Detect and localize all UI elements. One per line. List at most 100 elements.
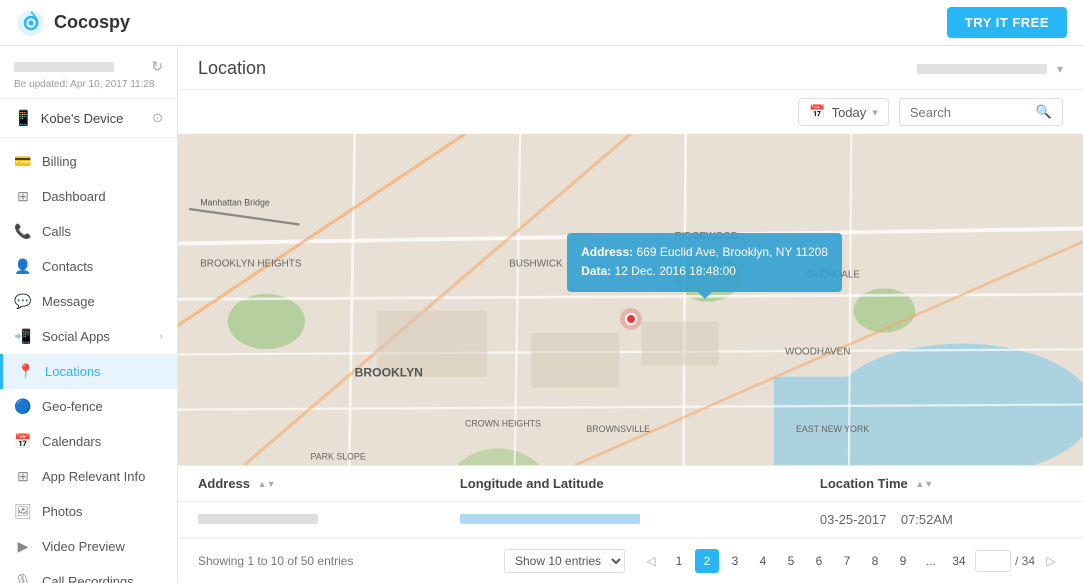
sidebar-item-social-apps[interactable]: 📲 Social Apps › (0, 319, 177, 354)
date-value: 03-25-2017 (820, 512, 887, 527)
sidebar-item-video-preview[interactable]: ▶ Video Preview (0, 529, 177, 564)
app-name: Cocospy (54, 12, 130, 33)
app-info-icon: ⊞ (14, 468, 32, 485)
sidebar-item-geo-fence[interactable]: 🔵 Geo-fence (0, 389, 177, 424)
sidebar-item-call-recordings[interactable]: 🎙 Call Recordings (0, 564, 177, 583)
account-name-blurred (14, 62, 114, 72)
content-header: Location ▾ (178, 46, 1083, 90)
location-time-col-label: Location Time (820, 476, 908, 491)
main-content: Location ▾ 📅 Today ▾ 🔍 (178, 46, 1083, 583)
coords-cell (440, 502, 800, 538)
calls-label: Calls (42, 224, 71, 239)
date-dropdown-icon: ▾ (872, 106, 878, 119)
photos-label: Photos (42, 504, 82, 519)
sidebar-updated-time: Be updated: Apr 10, 2017 11:28 (14, 79, 163, 90)
geo-fence-icon: 🔵 (14, 398, 32, 415)
col-location-time[interactable]: Location Time ▲▼ (800, 466, 1083, 502)
col-coordinates[interactable]: Longitude and Latitude (440, 466, 800, 502)
contacts-label: Contacts (42, 259, 93, 274)
page-btn-6[interactable]: 6 (807, 549, 831, 573)
page-btn-2[interactable]: 2 (695, 549, 719, 573)
address-cell (178, 502, 440, 538)
device-name-label: Kobe's Device (41, 111, 124, 126)
header-right: ▾ (917, 62, 1063, 76)
popup-date-value: 12 Dec. 2016 18:48:00 (615, 264, 736, 278)
search-icon[interactable]: 🔍 (1036, 104, 1052, 120)
locations-icon: 📍 (17, 363, 35, 380)
device-settings-icon[interactable]: ⊙ (152, 110, 163, 126)
map-location-pin[interactable] (620, 308, 642, 330)
header-account-blurred (917, 64, 1047, 74)
map-background: BROOKLYN HEIGHTS BROOKLYN BUSHWICK RIDGE… (178, 134, 1083, 465)
search-input[interactable] (910, 105, 1030, 120)
page-btn-8[interactable]: 8 (863, 549, 887, 573)
billing-label: Billing (42, 154, 77, 169)
map-container[interactable]: BROOKLYN HEIGHTS BROOKLYN BUSHWICK RIDGE… (178, 134, 1083, 465)
page-btn-34[interactable]: 34 (947, 549, 971, 573)
sidebar-item-calls[interactable]: 📞 Calls (0, 214, 177, 249)
col-address[interactable]: Address ▲▼ (178, 466, 440, 502)
pagination-next-icon[interactable]: ▷ (1039, 549, 1063, 573)
sidebar-item-message[interactable]: 💬 Message (0, 284, 177, 319)
sidebar-nav: 💳 Billing ⊞ Dashboard 📞 Calls 👤 Contacts… (0, 138, 177, 583)
svg-text:WOODHAVEN: WOODHAVEN (785, 347, 850, 358)
pagination-controls: ◁ 1 2 3 4 5 6 7 8 9 ... 34 / 34 ▷ (639, 549, 1063, 573)
address-blurred (198, 514, 318, 524)
table-row: 03-25-2017 07:52AM (178, 502, 1083, 538)
address-sort-icon[interactable]: ▲▼ (258, 480, 276, 490)
device-info: 📱 Kobe's Device (14, 109, 123, 127)
svg-text:EAST NEW YORK: EAST NEW YORK (796, 424, 869, 434)
sidebar-item-photos[interactable]: 🖼 Photos (0, 494, 177, 529)
sidebar-item-contacts[interactable]: 👤 Contacts (0, 249, 177, 284)
sidebar-item-dashboard[interactable]: ⊞ Dashboard (0, 179, 177, 214)
page-btn-9[interactable]: 9 (891, 549, 915, 573)
data-table-area: Address ▲▼ Longitude and Latitude Locati… (178, 465, 1083, 538)
dashboard-icon: ⊞ (14, 188, 32, 205)
map-location-popup: Address: 669 Euclid Ave, Brooklyn, NY 11… (567, 233, 842, 291)
page-btn-7[interactable]: 7 (835, 549, 859, 573)
message-label: Message (42, 294, 95, 309)
app-info-label: App Relevant Info (42, 469, 145, 484)
page-btn-ellipsis: ... (919, 549, 943, 573)
address-col-label: Address (198, 476, 250, 491)
popup-date-line: Data: 12 Dec. 2016 18:48:00 (581, 262, 828, 281)
sidebar-item-app-relevant-info[interactable]: ⊞ App Relevant Info (0, 459, 177, 494)
video-icon: ▶ (14, 538, 32, 555)
sidebar-device-row[interactable]: 📱 Kobe's Device ⊙ (0, 99, 177, 138)
main-layout: ↻ Be updated: Apr 10, 2017 11:28 📱 Kobe'… (0, 46, 1083, 583)
date-picker[interactable]: 📅 Today ▾ (798, 98, 888, 126)
entries-per-page-select[interactable]: Show 10 entries Show 25 entries Show 50 … (504, 549, 625, 573)
sidebar-item-billing[interactable]: 💳 Billing (0, 144, 177, 179)
call-recordings-label: Call Recordings (42, 574, 134, 583)
page-btn-1[interactable]: 1 (667, 549, 691, 573)
sidebar-item-locations[interactable]: 📍 Locations (0, 354, 177, 389)
page-jump-input[interactable] (975, 550, 1011, 572)
message-icon: 💬 (14, 293, 32, 310)
page-total-label: / 34 (1015, 554, 1035, 568)
page-btn-5[interactable]: 5 (779, 549, 803, 573)
sidebar-account: ↻ (14, 58, 163, 75)
page-btn-4[interactable]: 4 (751, 549, 775, 573)
pagination-prev-icon[interactable]: ◁ (639, 549, 663, 573)
popup-address-label: Address: (581, 245, 633, 259)
refresh-icon[interactable]: ↻ (151, 58, 163, 75)
header-dropdown-arrow-icon[interactable]: ▾ (1057, 62, 1063, 76)
photos-icon: 🖼 (14, 503, 32, 520)
call-recordings-icon: 🎙 (14, 573, 32, 583)
video-label: Video Preview (42, 539, 125, 554)
show-entries-control: Show 10 entries Show 25 entries Show 50 … (504, 549, 625, 573)
sidebar-header: ↻ Be updated: Apr 10, 2017 11:28 (0, 46, 177, 99)
sidebar-item-calendars[interactable]: 📅 Calendars (0, 424, 177, 459)
map-toolbar: 📅 Today ▾ 🔍 (178, 90, 1083, 134)
pagination-bar: Showing 1 to 10 of 50 entries Show 10 en… (178, 538, 1083, 583)
page-jump-group: / 34 (975, 550, 1035, 572)
pin-outer-ring (620, 308, 642, 330)
calendars-icon: 📅 (14, 433, 32, 450)
popup-date-label: Data: (581, 264, 611, 278)
time-sort-icon[interactable]: ▲▼ (915, 480, 933, 490)
contacts-icon: 👤 (14, 258, 32, 275)
page-btn-3[interactable]: 3 (723, 549, 747, 573)
cocospy-logo-icon (16, 8, 46, 38)
pagination-info: Showing 1 to 10 of 50 entries (198, 554, 353, 568)
try-free-button[interactable]: TRY IT FREE (947, 7, 1067, 38)
